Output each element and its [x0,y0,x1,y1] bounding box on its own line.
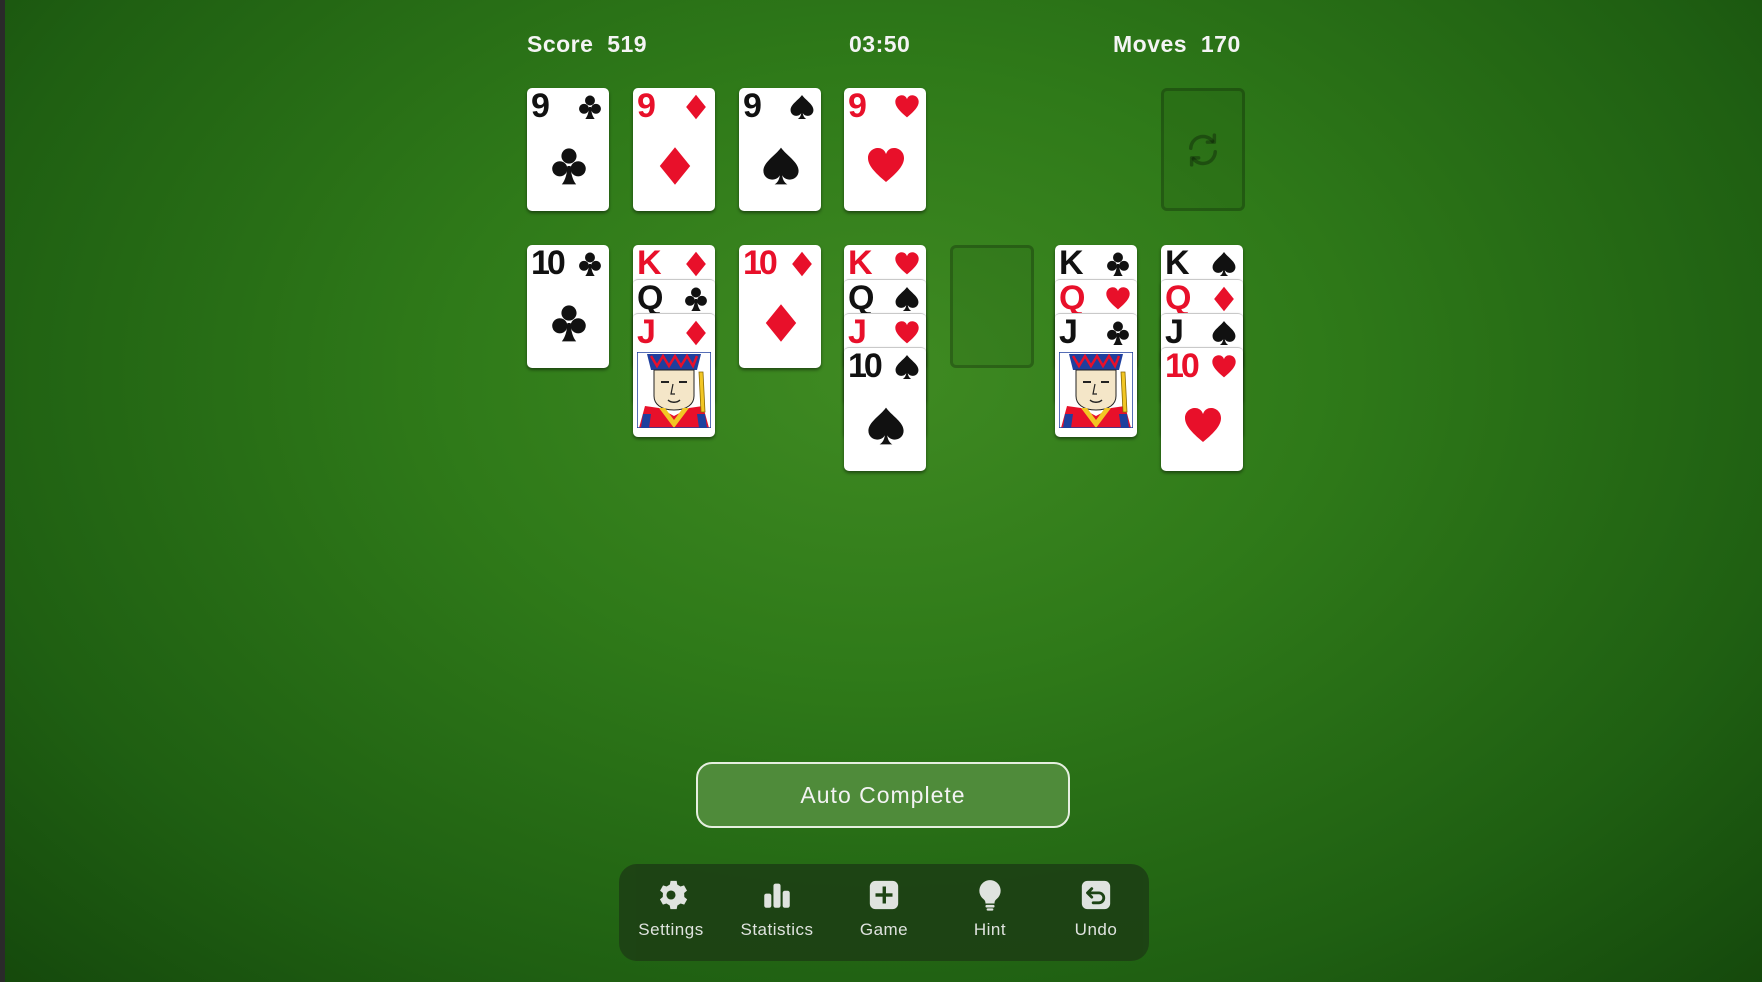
hearts-icon [1106,287,1130,310]
timer-display: 03:50 [849,31,911,57]
spades-icon [790,95,814,119]
card-rank: 9 [848,88,867,125]
card-rank: Q [637,279,664,317]
clubs-icon [1107,321,1129,345]
card-rank: K [848,245,873,282]
tableau-card[interactable]: J [1055,313,1137,437]
score-value: 519 [607,31,648,57]
game-label: Game [859,920,909,939]
hearts-large-icon [1185,408,1221,442]
card-rank: Q [1059,279,1086,317]
tableau-card[interactable]: 10 [739,245,821,368]
card-rank: K [637,245,662,282]
moves-display: Moves 170 [1113,31,1241,58]
clubs-icon [1107,252,1129,276]
diamonds-icon [1214,286,1234,312]
card-rank: J [1059,313,1078,351]
clubs-large-icon [552,148,586,185]
hearts-large-icon [868,148,904,182]
hearts-icon [1212,355,1236,378]
card-rank: K [1059,245,1084,282]
settings-label: Settings [638,920,704,939]
clubs-icon [579,95,601,119]
moves-label: Moves [1113,31,1188,57]
clubs-icon [685,287,707,311]
tableau-card[interactable]: 10 [1161,347,1243,471]
card-rank: J [848,313,867,351]
clubs-icon [579,252,601,276]
diamonds-icon [686,94,706,120]
window-edge [0,0,5,982]
card-rank: Q [848,279,875,317]
jack-face-icon [637,352,711,428]
card-rank: 9 [531,88,550,125]
settings-button[interactable]: Settings [623,878,719,948]
empty-tableau-slot[interactable] [950,245,1034,368]
card-rank: J [637,313,656,351]
lightbulb-icon [979,880,1001,911]
moves-value: 170 [1200,31,1241,57]
foundation-card-spades[interactable]: 9 [739,88,821,211]
card-rank: J [1165,313,1184,351]
foundation-card-clubs[interactable]: 9 [527,88,609,211]
undo-button[interactable]: Undo [1048,878,1144,948]
new-game-button[interactable]: Game [836,878,932,948]
statistics-button[interactable]: Statistics [729,878,825,948]
hearts-icon [895,252,919,275]
card-rank: Q [1165,279,1192,317]
spades-large-icon [868,407,904,445]
spades-icon [1212,321,1236,345]
card-rank: 9 [743,88,762,125]
undo-icon [1081,880,1111,910]
hearts-icon [895,95,919,118]
hearts-icon [895,321,919,344]
hint-label: Hint [973,920,1007,939]
tableau-card[interactable]: 10 [527,245,609,368]
clubs-large-icon [552,305,586,342]
card-rank: 10 [531,245,566,282]
card-rank: 10 [1165,347,1200,385]
recycle-icon [1189,133,1217,167]
card-rank: 10 [743,245,778,282]
diamonds-large-icon [765,304,797,342]
diamonds-icon [686,251,706,277]
diamonds-large-icon [659,147,691,185]
card-rank: K [1165,245,1190,282]
tableau-card[interactable]: J [633,313,715,437]
diamonds-icon [792,251,812,277]
card-rank: 9 [637,88,656,125]
spades-icon [1212,252,1236,276]
spades-icon [895,355,919,379]
card-rank: 10 [848,347,883,385]
diamonds-icon [686,320,706,346]
bottom-toolbar: Settings Statistics Game Hint Undo [619,864,1149,961]
gear-icon [659,880,688,910]
hint-button[interactable]: Hint [942,878,1038,948]
jack-face-icon [1059,352,1133,428]
spades-large-icon [763,147,799,185]
foundation-card-diamonds[interactable]: 9 [633,88,715,211]
bar-chart-icon [764,883,790,908]
statistics-label: Statistics [740,920,814,939]
score-display: Score 519 [527,31,647,58]
stock-pile[interactable] [1161,88,1245,211]
tableau-card[interactable]: 10 [844,347,926,471]
foundation-card-hearts[interactable]: 9 [844,88,926,211]
auto-complete-button[interactable]: Auto Complete [696,762,1070,828]
plus-square-icon [869,880,899,910]
score-label: Score [527,31,594,57]
undo-label: Undo [1074,920,1118,939]
spades-icon [895,287,919,311]
